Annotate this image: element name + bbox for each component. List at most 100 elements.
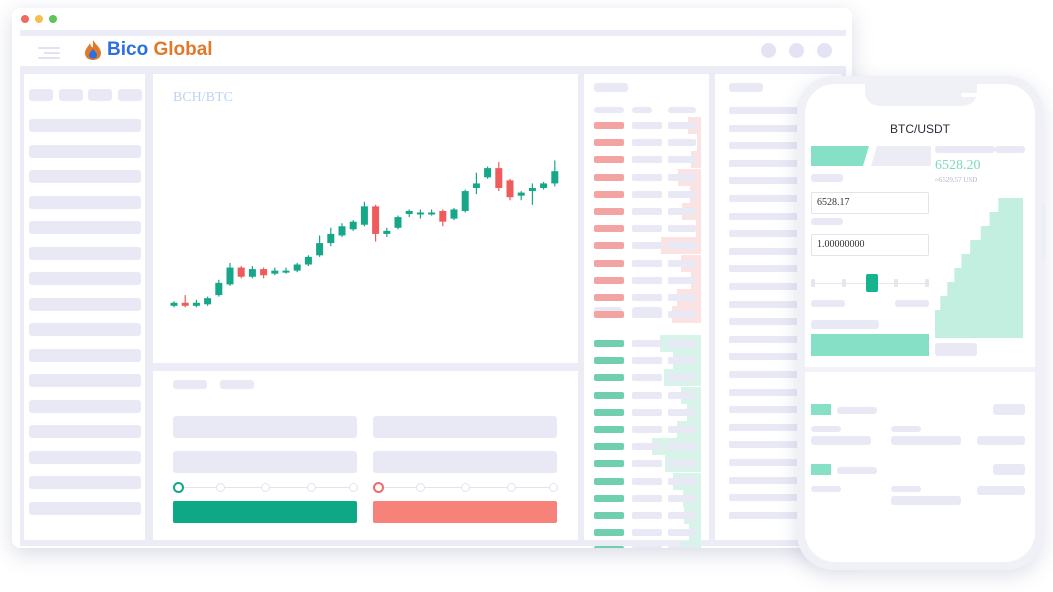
candle[interactable]: [416, 209, 424, 219]
sell-button[interactable]: [373, 501, 557, 523]
candle[interactable]: [540, 181, 548, 190]
buy-amount-input[interactable]: [173, 451, 357, 473]
candle[interactable]: [237, 266, 245, 279]
candle[interactable]: [215, 279, 223, 297]
order-book-title: [594, 83, 628, 92]
candle[interactable]: [170, 301, 178, 308]
header-avatar-1[interactable]: [761, 43, 776, 58]
mobile-buy-button[interactable]: [811, 334, 929, 356]
candle[interactable]: [293, 262, 301, 273]
candle[interactable]: [226, 262, 234, 286]
market-tab-3[interactable]: [88, 89, 112, 101]
mobile-depth-chart: [935, 198, 1023, 338]
mobile-depth-label: [935, 146, 995, 153]
candle[interactable]: [181, 295, 189, 308]
mobile-order-item-2[interactable]: [805, 464, 1035, 514]
market-list-item[interactable]: [29, 476, 141, 489]
close-window-button[interactable]: [21, 15, 29, 23]
candle[interactable]: [450, 207, 458, 221]
candle[interactable]: [192, 299, 200, 308]
candle[interactable]: [394, 215, 402, 230]
mobile-buy-tab[interactable]: [811, 146, 869, 166]
bid-amount: [632, 408, 662, 416]
sell-amount-input[interactable]: [373, 451, 557, 473]
candle[interactable]: [551, 160, 559, 187]
candle[interactable]: [484, 166, 492, 179]
candle[interactable]: [383, 227, 391, 237]
candle[interactable]: [248, 266, 256, 279]
maximize-window-button[interactable]: [49, 15, 57, 23]
mobile-order-type-select[interactable]: [811, 174, 843, 182]
candle[interactable]: [327, 227, 335, 247]
market-list-item[interactable]: [29, 246, 141, 260]
candle[interactable]: [472, 172, 480, 195]
buy-button[interactable]: [173, 501, 357, 523]
candle[interactable]: [260, 267, 268, 279]
bid-price: [594, 391, 624, 399]
market-list-item[interactable]: [29, 425, 141, 438]
candle[interactable]: [428, 209, 436, 216]
candle[interactable]: [439, 209, 447, 227]
candle[interactable]: [405, 209, 413, 218]
candle[interactable]: [495, 162, 503, 192]
market-tab-2[interactable]: [59, 89, 83, 101]
menu-icon[interactable]: [38, 47, 60, 59]
market-list-item[interactable]: [29, 272, 141, 285]
candle[interactable]: [204, 296, 212, 306]
candle[interactable]: [316, 235, 324, 257]
buy-price-input[interactable]: [173, 416, 357, 438]
market-tab-1[interactable]: [29, 89, 53, 101]
candle[interactable]: [517, 191, 525, 201]
market-list-item[interactable]: [29, 119, 141, 132]
mobile-total-field: [811, 320, 879, 329]
ask-price: [594, 139, 624, 147]
candle[interactable]: [528, 183, 536, 205]
mobile-amount-slider[interactable]: [811, 274, 929, 292]
candle-body: [416, 212, 424, 215]
market-list-item[interactable]: [29, 374, 141, 387]
order-type-tab-1[interactable]: [173, 380, 207, 389]
mobile-depth-label-2: [995, 146, 1025, 153]
candle[interactable]: [372, 204, 380, 242]
brand-logo[interactable]: Bico Global: [83, 39, 213, 61]
candle[interactable]: [461, 189, 469, 213]
mobile-amount-input[interactable]: 1.00000000: [811, 234, 929, 256]
minimize-window-button[interactable]: [35, 15, 43, 23]
market-list-item[interactable]: [29, 399, 141, 413]
mobile-order-item-1[interactable]: [805, 404, 1035, 454]
candlestick-chart[interactable]: [153, 74, 578, 363]
market-list-item[interactable]: [29, 348, 141, 362]
brand-name-part1: Bico: [107, 39, 149, 60]
market-list-item[interactable]: [29, 501, 141, 515]
mobile-price-input[interactable]: 6528.17: [811, 192, 929, 214]
mobile-slider-thumb[interactable]: [866, 274, 879, 292]
market-list-item[interactable]: [29, 221, 141, 234]
header-avatar-2[interactable]: [789, 43, 804, 58]
ask-amount: [632, 311, 662, 319]
flame-drop-icon: [85, 40, 101, 60]
sell-percent-slider[interactable]: [373, 481, 558, 493]
candle[interactable]: [360, 201, 368, 227]
candle[interactable]: [506, 178, 514, 201]
bid-total: [668, 443, 696, 451]
candle[interactable]: [271, 267, 279, 276]
market-list-item[interactable]: [29, 144, 141, 158]
candle[interactable]: [282, 267, 290, 274]
order-type-tab-2[interactable]: [220, 380, 254, 389]
candle[interactable]: [349, 220, 357, 231]
market-list-item[interactable]: [29, 170, 141, 183]
ask-total: [668, 225, 696, 233]
candle[interactable]: [338, 223, 346, 237]
market-tab-4[interactable]: [118, 89, 142, 101]
market-list-item[interactable]: [29, 450, 141, 464]
sell-price-input[interactable]: [373, 416, 557, 438]
market-list-item[interactable]: [29, 323, 141, 336]
buy-percent-slider[interactable]: [173, 481, 358, 493]
header-avatar-3[interactable]: [817, 43, 832, 58]
candle[interactable]: [304, 255, 312, 267]
bid-price: [594, 340, 624, 347]
phone-side-button: [1041, 204, 1045, 258]
mobile-sell-tab[interactable]: [871, 146, 931, 166]
market-list-item[interactable]: [29, 195, 141, 209]
market-list-item[interactable]: [29, 297, 141, 311]
